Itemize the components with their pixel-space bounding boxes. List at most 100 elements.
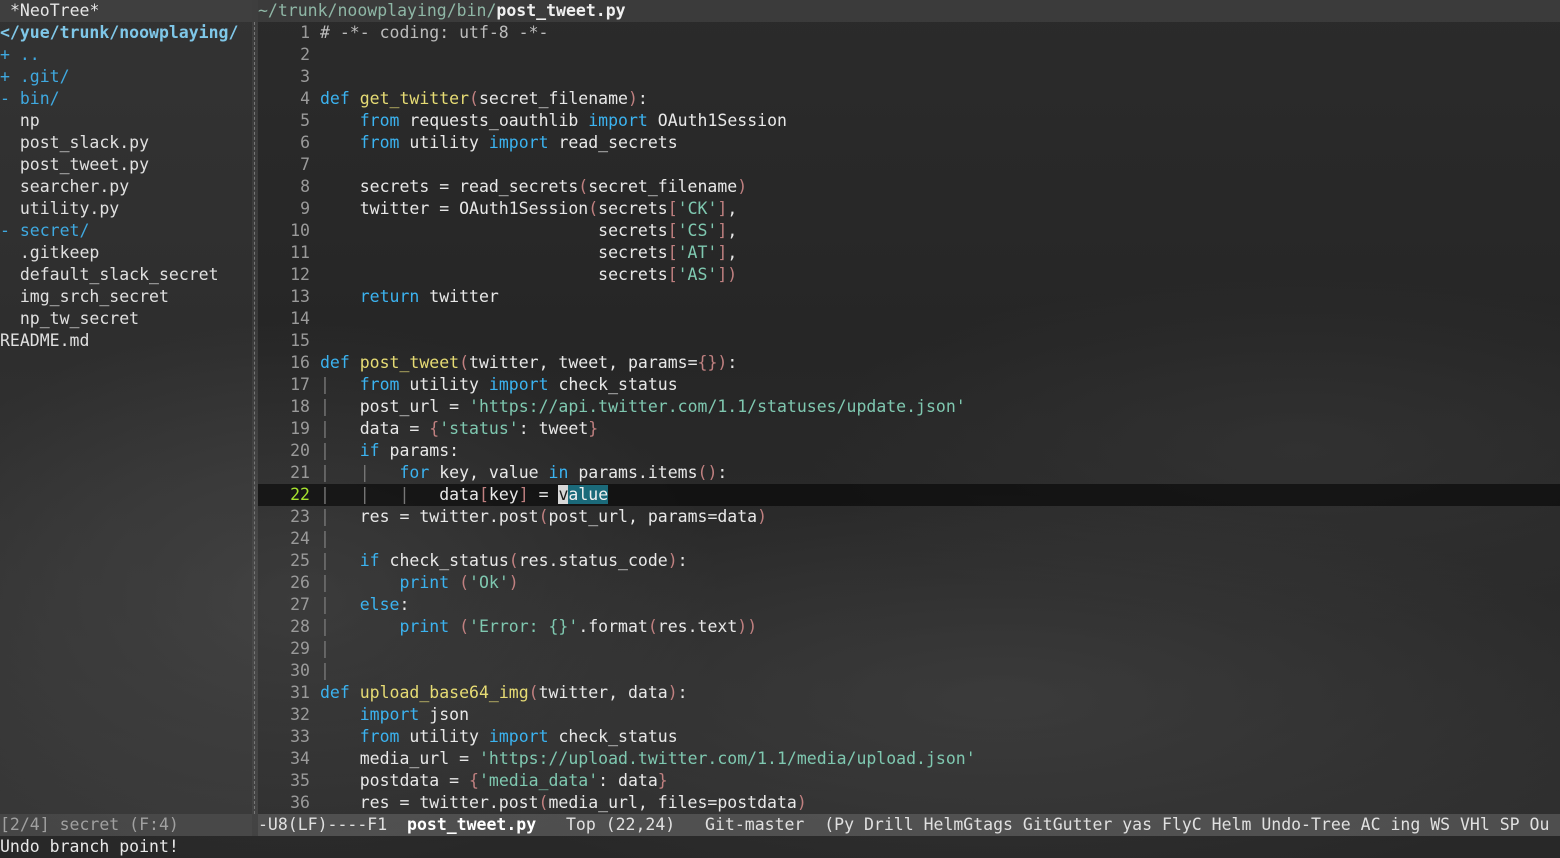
code-line[interactable]: 14 xyxy=(258,308,1560,330)
code-line[interactable]: 10 secrets['CS'], xyxy=(258,220,1560,242)
code-token: : xyxy=(677,683,688,702)
code-text: | xyxy=(310,528,330,550)
code-line[interactable]: 20 | if params: xyxy=(258,440,1560,462)
code-token: print xyxy=(399,573,450,592)
line-number: 11 xyxy=(290,243,310,262)
code-line[interactable]: 35 postdata = {'media_data': data} xyxy=(258,770,1560,792)
code-line[interactable]: 9 twitter = OAuth1Session(secrets['CK'], xyxy=(258,198,1560,220)
line-number: 25 xyxy=(290,551,310,570)
code-token: media_url, files=postdata xyxy=(548,793,797,812)
code-text: secrets['AS']) xyxy=(310,264,737,286)
code-token: )) xyxy=(737,617,758,636)
code-line[interactable]: 4 def get_twitter(secret_filename): xyxy=(258,88,1560,110)
code-line[interactable]: 30 | xyxy=(258,660,1560,682)
code-token: | xyxy=(320,617,400,636)
code-token: 'AS' xyxy=(677,265,718,284)
neotree-file-item[interactable]: .gitkeep xyxy=(0,242,252,264)
code-line[interactable]: 3 xyxy=(258,66,1560,88)
neotree-item-name: searcher.py xyxy=(19,177,130,196)
code-line[interactable]: 34 media_url = 'https://upload.twitter.c… xyxy=(258,748,1560,770)
neotree-file-item[interactable]: np xyxy=(0,110,252,132)
neotree-file-item[interactable]: np_tw_secret xyxy=(0,308,252,330)
code-token: | xyxy=(320,661,330,680)
code-token: 'https://upload.twitter.com/1.1/media/up… xyxy=(478,749,976,768)
code-line[interactable]: 7 xyxy=(258,154,1560,176)
line-number: 8 xyxy=(300,177,310,196)
neotree-dir-item[interactable]: + .. xyxy=(0,44,252,66)
code-token: , xyxy=(727,221,738,240)
neotree-file-item[interactable]: img_srch_secret xyxy=(0,286,252,308)
line-number: 16 xyxy=(290,353,310,372)
neotree-dir-item[interactable]: - secret/ xyxy=(0,220,252,242)
neotree-file-item[interactable]: README.md xyxy=(0,330,252,352)
code-line[interactable]: 13 return twitter xyxy=(258,286,1560,308)
neotree-item-prefix: - xyxy=(0,89,20,108)
neotree-file-item[interactable]: default_slack_secret xyxy=(0,264,252,286)
code-token: : xyxy=(677,551,688,570)
code-token: def xyxy=(320,353,360,372)
code-token: ) xyxy=(757,507,768,526)
neotree-dir-item[interactable]: - bin/ xyxy=(0,88,252,110)
neotree-file-item[interactable]: post_slack.py xyxy=(0,132,252,154)
code-line[interactable]: 12 secrets['AS']) xyxy=(258,264,1560,286)
code-line[interactable]: 32 import json xyxy=(258,704,1560,726)
code-line[interactable]: 23 | res = twitter.post(post_url, params=… xyxy=(258,506,1560,528)
code-text: return twitter xyxy=(310,286,499,308)
code-text: secrets = read_secrets(secret_filename) xyxy=(310,176,747,198)
code-token: | | xyxy=(320,463,400,482)
code-text: | if params: xyxy=(310,440,459,462)
code-line[interactable]: 31 def upload_base64_img(twitter, data): xyxy=(258,682,1560,704)
code-text: | post_url = 'https://api.twitter.com/1.… xyxy=(310,396,966,418)
code-token: else xyxy=(359,595,400,614)
code-line[interactable]: 24 | xyxy=(258,528,1560,550)
line-number: 36 xyxy=(290,793,310,812)
code-text: res = twitter.post(media_url, files=post… xyxy=(310,792,807,814)
code-line[interactable]: 5 from requests_oauthlib import OAuth1Se… xyxy=(258,110,1560,132)
neotree-root-path[interactable]: </yue/trunk/noowplaying/ xyxy=(0,22,252,44)
neotree-dir-item[interactable]: + .git/ xyxy=(0,66,252,88)
code-line[interactable]: 11 secrets['AT'], xyxy=(258,242,1560,264)
line-number: 33 xyxy=(290,727,310,746)
code-line[interactable]: 1 # -*- coding: utf-8 -*- xyxy=(258,22,1560,44)
code-token: upload_base64_img xyxy=(359,683,529,702)
neotree-file-item[interactable]: searcher.py xyxy=(0,176,252,198)
neotree-file-item[interactable]: post_tweet.py xyxy=(0,154,252,176)
code-line[interactable]: 19 | data = {'status': tweet} xyxy=(258,418,1560,440)
code-line[interactable]: 18 | post_url = 'https://api.twitter.com/… xyxy=(258,396,1560,418)
code-token: 'media_data' xyxy=(478,771,599,790)
code-line[interactable]: 8 secrets = read_secrets(secret_filename… xyxy=(258,176,1560,198)
code-line[interactable]: 28 | print ('Error: {}'.format(res.text)) xyxy=(258,616,1560,638)
code-token: ( xyxy=(459,573,470,592)
code-token: { xyxy=(469,771,479,790)
code-line[interactable]: 15 xyxy=(258,330,1560,352)
code-text: twitter = OAuth1Session(secrets['CK'], xyxy=(310,198,738,220)
code-line[interactable]: 26 | print ('Ok') xyxy=(258,572,1560,594)
code-line[interactable]: 17 | from utility import check_status xyxy=(258,374,1560,396)
neotree-file-item[interactable]: utility.py xyxy=(0,198,252,220)
code-token: , xyxy=(727,243,738,262)
code-token: json xyxy=(419,705,470,724)
code-editor[interactable]: 1 # -*- coding: utf-8 -*- 2 3 4 def get_twitt… xyxy=(258,22,1560,814)
code-line[interactable]: 6 from utility import read_secrets xyxy=(258,132,1560,154)
code-token: ] xyxy=(717,243,728,262)
code-token: twitter = OAuth1Session xyxy=(320,199,589,218)
code-line[interactable]: 2 xyxy=(258,44,1560,66)
neotree-panel[interactable]: *NeoTree* </yue/trunk/noowplaying/ + .. +… xyxy=(0,0,252,836)
code-line[interactable]: 36 res = twitter.post(media_url, files=p… xyxy=(258,792,1560,814)
code-token: secrets = read_secrets xyxy=(320,177,579,196)
code-token: key, value xyxy=(429,463,549,482)
code-line[interactable]: 22 | | | data[key] = value xyxy=(258,484,1560,506)
code-line[interactable]: 27 | else: xyxy=(258,594,1560,616)
code-token: | xyxy=(320,375,360,394)
code-token: ) xyxy=(737,177,748,196)
code-token: res.text xyxy=(657,617,738,636)
code-token: | xyxy=(320,441,360,460)
code-line[interactable]: 16 def post_tweet(twitter, tweet, params=… xyxy=(258,352,1560,374)
code-line[interactable]: 25 | if check_status(res.status_code): xyxy=(258,550,1560,572)
code-text: from requests_oauthlib import OAuth1Sess… xyxy=(310,110,787,132)
code-line[interactable]: 21 | | for key, value in params.items(): xyxy=(258,462,1560,484)
code-line[interactable]: 29 | xyxy=(258,638,1560,660)
file-path-dir: ~/trunk/noowplaying/bin/ xyxy=(258,1,497,20)
code-line[interactable]: 33 from utility import check_status xyxy=(258,726,1560,748)
